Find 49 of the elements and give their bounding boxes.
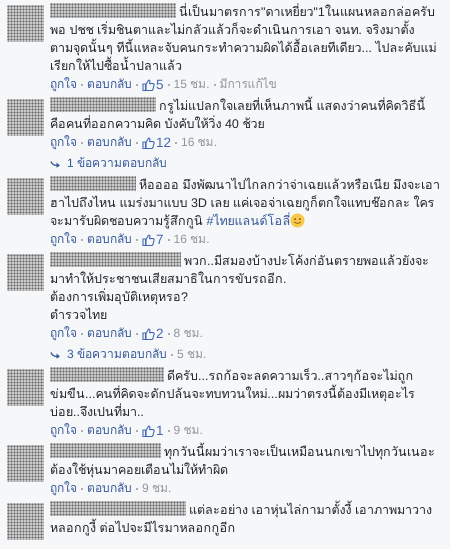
- hashtag-link[interactable]: #ไทยแลนด์โอลี่: [203, 214, 290, 228]
- thumbs-up-icon: [142, 424, 155, 436]
- thumbs-up-icon: [142, 136, 155, 148]
- smiley-icon: [290, 213, 306, 228]
- thumbs-up-icon: [142, 78, 155, 90]
- reply-arrow-icon: [50, 160, 61, 168]
- reply-arrow-icon: [50, 350, 61, 358]
- timestamp: 9 ชม.: [142, 480, 172, 497]
- like-count[interactable]: 7: [142, 230, 164, 249]
- reply-link[interactable]: ตอบกลับ: [87, 230, 132, 249]
- timestamp: 8 ชม.: [174, 325, 203, 342]
- reply-link[interactable]: ตอบกลับ: [87, 75, 132, 94]
- timestamp: 9 ชม.: [174, 422, 203, 439]
- avatar: [7, 369, 44, 406]
- comment-text: พวก..มีสมองบ้างปะโค้งก่อันตรายพอแล้วยังจะมาทำให้ประชาชนเสียสมาธิในการขับรถอีก. ต้องการเพิ่มอุบัติเหตุหรอ? ตำรวจไทย: [50, 252, 430, 324]
- comment-text: แต่ละอย่าง เอาหุ่นไล่กามาตั้งงี้ เอาภาพมาวางหลอกกูงี้ ต่อไปจะมีไรมาหลอกกูอีก: [50, 501, 440, 537]
- timestamp: 16 ชม.: [181, 134, 218, 151]
- reply-link[interactable]: ตอบกลับ: [87, 133, 132, 152]
- like-link[interactable]: ถูกใจ: [50, 324, 77, 343]
- replies-link[interactable]: 1 ข้อความตอบกลับ: [50, 154, 168, 173]
- comment-text: หืออออ มึงพัฒนาไปไกลกว่าจ่าเฉยแล้วหรือเนีย มึงจะเอาฮาไปถึงไหน แมร่งมาแบบ 3D เลย แค่เจอจ่าเฉยกูก็ตกใจแทบช๊อกละ ใครจะมารับผิดชอบความรู้สึกกูนิ #ไทยแลนด์โอลี่: [50, 176, 440, 230]
- like-link[interactable]: ถูกใจ: [50, 75, 77, 94]
- avatar: [7, 178, 44, 215]
- thumbs-up-icon: [142, 234, 155, 246]
- like-count[interactable]: 5: [142, 75, 164, 94]
- reply-link[interactable]: ตอบกลับ: [87, 479, 132, 498]
- comment-text: กรูไม่แปลกใจเลยที่เห็นภาพนี้ แสดงว่าคนที่คิดวิธีนี้คือคนที่ออกความคิด บังคับให้วิ่ง 40 ช้วย: [50, 97, 440, 133]
- like-count[interactable]: 2: [142, 324, 164, 343]
- timestamp: 16 ชม.: [174, 231, 210, 248]
- thumbs-up-icon: [142, 328, 155, 340]
- avatar: [7, 254, 44, 291]
- like-count[interactable]: 1: [142, 421, 164, 440]
- like-count[interactable]: 12: [142, 133, 172, 152]
- comment-text: ทุกวันนี้ผมว่าเราจะเป็นเหมือนนกเขาไปทุกวันเนอะ ต้องใช้หุ่นมาคอยเตือนไม่ให้ทำผิด: [50, 443, 440, 479]
- like-link[interactable]: ถูกใจ: [50, 230, 77, 249]
- reply-link[interactable]: ตอบกลับ: [87, 421, 132, 440]
- comment-text: นี่เป็นมาตรการ"ดาเหยี่ยว"1ในแผนหลอกล่อครับ พอ ปชช เริ่มชินตาและไม่กลัวแล้วก็จะดำเนินการเอา จนท. จริงมาตั้ง ตามจุดนั้นๆ ทีนี้แหละจับคนกระทำความผิดได้อื้อเลยทีเดียว... ไปละคับแม่เรียกให้ไปซื้อน้ำปลาแล้ว: [50, 3, 438, 75]
- avatar: [7, 503, 44, 540]
- like-link[interactable]: ถูกใจ: [50, 133, 77, 152]
- comment-text: ดีครับ...รถก้อจะลดความเร็ว..สาวๆก้อจะไม่ถูกข่มขืน...คนที่คิดจะดักปล้นจะทบทวนใหม่...ผมว่าตรงนี้ต้องมีเหตุอะไรบ่อย..จึงเปนที่มา..: [50, 367, 416, 421]
- timestamp: 15 ชม.: [174, 76, 210, 93]
- avatar: [7, 5, 44, 42]
- avatar: [7, 99, 44, 136]
- reply-link[interactable]: ตอบกลับ: [87, 324, 132, 343]
- like-link[interactable]: ถูกใจ: [50, 421, 77, 440]
- replies-link[interactable]: 3 ข้อความตอบกลับ: [50, 345, 168, 364]
- avatar: [7, 445, 44, 482]
- timestamp: 5 ชม.: [177, 346, 206, 363]
- like-link[interactable]: ถูกใจ: [50, 479, 77, 498]
